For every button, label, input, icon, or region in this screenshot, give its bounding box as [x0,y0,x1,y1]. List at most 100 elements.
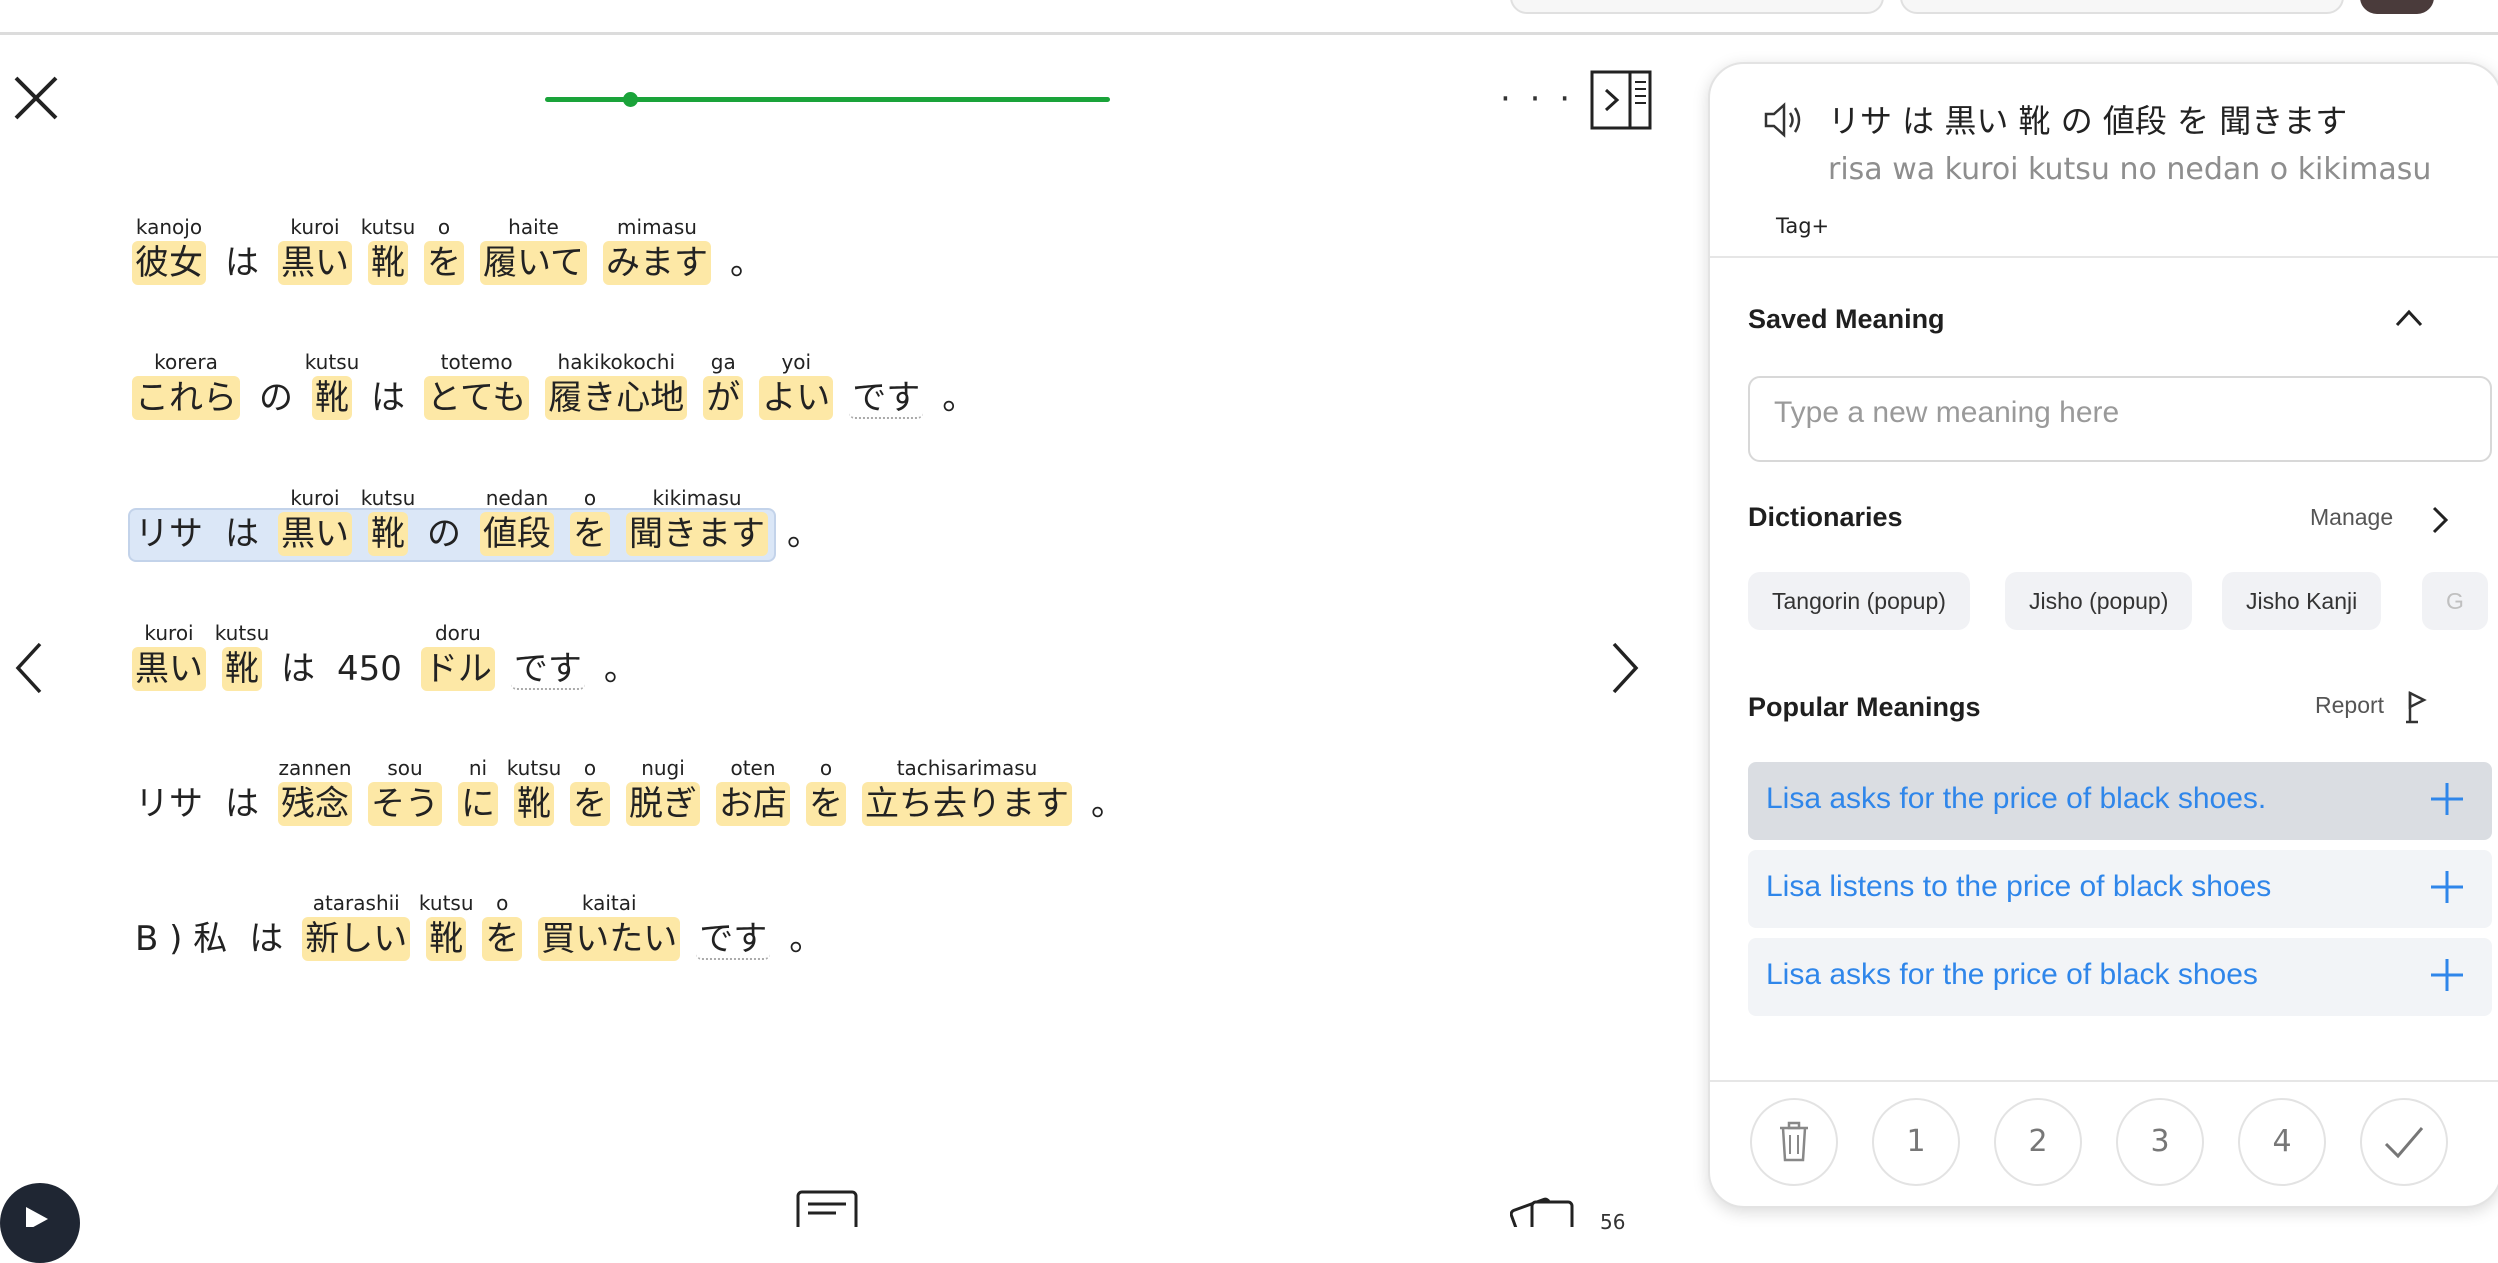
word-token[interactable]: みます [602,241,711,285]
punctuation: 。 [601,647,641,691]
word-token[interactable]: 立ち去ります [862,782,1072,826]
add-meaning-button[interactable] [2428,780,2466,822]
word-token[interactable]: 聞きます [626,512,768,556]
collapse-saved-meaning-button[interactable] [2394,308,2424,332]
close-button[interactable] [12,72,60,124]
subtitles-button[interactable] [796,1190,858,1234]
word-token[interactable]: そう [368,782,442,826]
popular-meaning-item[interactable]: Lisa asks for the price of black shoes. [1748,762,2492,840]
status-1-button[interactable]: 1 [1872,1098,1960,1186]
word-text: 靴 [312,376,352,420]
word-token[interactable]: が [703,376,744,420]
word-token[interactable]: を [570,512,610,556]
word-token[interactable]: 靴 [368,512,408,556]
add-meaning-button[interactable] [2428,868,2466,910]
sentence-line[interactable]: B ) 私は新しい atarashii 靴 kutsu を o 買いたい kaitai です。 [132,891,1632,961]
word-token[interactable]: です [696,917,771,961]
play-audio-button[interactable] [0,1183,80,1263]
word-token[interactable]: 新しい [302,917,411,961]
add-meaning-button[interactable] [2428,956,2466,998]
word-token[interactable]: は [368,376,408,420]
word-token[interactable]: 彼女 [132,241,206,285]
next-page-button[interactable] [1610,640,1640,700]
toggle-panel-button[interactable] [1590,70,1652,130]
word-token[interactable]: 靴 [222,647,262,691]
manage-chevron[interactable] [2430,504,2450,540]
status-3-button[interactable]: 3 [2116,1098,2204,1186]
word-token[interactable]: です [510,647,585,691]
sentence-line[interactable]: これら korera の靴 kutsu はとても totemo 履き心地 hakikokoch… [132,350,1632,420]
speaker-button[interactable] [1762,100,1806,144]
delete-word-button[interactable] [1750,1098,1838,1186]
word-token[interactable]: は [246,917,286,961]
top-filter-pill[interactable] [1900,0,2344,14]
word-token[interactable]: 黒い [278,241,352,285]
word-token[interactable]: は [222,782,262,826]
dictionary-chip-jisho-kanji[interactable]: Jisho Kanji [2222,572,2382,630]
word-token[interactable]: を [806,782,846,826]
word-token[interactable]: ドル [420,647,495,691]
word-token[interactable]: を [482,917,523,961]
word-token[interactable]: リサ [132,512,206,556]
word-token[interactable]: 値段 [480,512,554,556]
word-token[interactable]: 靴 [312,376,352,420]
add-tag-button[interactable]: Tag+ [1776,214,1829,238]
furigana-reading: nedan [485,486,549,510]
status-4-button[interactable]: 4 [2238,1098,2326,1186]
word-token[interactable]: 脱ぎ [626,782,700,826]
furigana-reading: kutsu [360,486,416,510]
word-token[interactable]: 買いたい [538,917,681,961]
sentence-line[interactable]: 彼女 kanojo は黒い kuroi 靴 kutsu を o 履いて haite みます mimas… [132,215,1632,285]
word-token[interactable]: 履き心地 [545,376,688,420]
lesson-progress-marker[interactable] [622,92,638,107]
word-token[interactable]: とても [424,376,530,420]
word-token[interactable]: お店 [716,782,790,826]
status-2-button[interactable]: 2 [1994,1098,2082,1186]
word-text: お店 [716,782,790,826]
word-token[interactable]: リサ [132,782,206,826]
word-token[interactable]: 黒い [278,512,352,556]
word-token[interactable]: よい [759,376,834,420]
manage-dictionaries-link[interactable]: Manage [2310,504,2393,531]
word-token[interactable]: は [278,647,318,691]
word-token[interactable]: B ) 私 [132,917,230,961]
word-token[interactable]: です [849,376,924,420]
popular-meaning-item[interactable]: Lisa asks for the price of black shoes [1748,938,2492,1016]
word-token[interactable]: これら [132,376,240,420]
word-token[interactable]: を [424,241,464,285]
word-text: よい [759,376,834,420]
word-token[interactable]: 靴 [514,782,554,826]
mark-known-button[interactable] [2360,1098,2448,1186]
word-text: を [570,512,610,556]
flashcards-count: 56 [1600,1210,1626,1234]
more-options-button[interactable]: · · · [1500,82,1574,116]
report-flag-button[interactable] [2404,690,2430,728]
sentence-line[interactable]: 黒い kuroi 靴 kutsu は 450 ドル doru です。 [132,621,1632,691]
report-link[interactable]: Report [2315,692,2384,719]
word-token[interactable]: の [256,376,296,420]
dictionary-chip-jisho[interactable]: Jisho (popup) [2005,572,2193,630]
word-token[interactable]: 450 [334,647,405,691]
word-token[interactable]: に [458,782,498,826]
flashcards-button[interactable] [1509,1190,1590,1241]
dictionary-chip-tangorin[interactable]: Tangorin (popup) [1748,572,1970,630]
previous-page-button[interactable] [14,640,44,700]
word-token[interactable]: 黒い [132,647,206,691]
furigana-reading: atarashii [312,891,400,915]
word-token[interactable]: を [570,782,610,826]
word-token[interactable]: 残念 [278,782,352,826]
word-token[interactable]: の [424,512,464,556]
sentence-line[interactable]: リサは黒い kuroi 靴 kutsu の値段 nedan を o 聞きます kikimasu 。 [128,486,1632,562]
dictionary-chip-more[interactable]: G [2422,572,2488,630]
word-token[interactable]: 履いて [480,241,587,285]
new-meaning-input[interactable] [1748,376,2492,462]
word-token[interactable]: 靴 [426,917,467,961]
word-token[interactable]: は [222,241,262,285]
popular-meaning-item[interactable]: Lisa listens to the price of black shoes [1748,850,2492,928]
avatar[interactable] [2360,0,2434,14]
word-token[interactable]: は [222,512,262,556]
furigana-reading: korera [154,350,218,374]
word-token[interactable]: 靴 [368,241,408,285]
sentence-line[interactable]: リサは残念 zannen そう sou に ni 靴 kutsu を o 脱ぎ nugi お店 oten を… [132,756,1632,826]
top-search-pill[interactable] [1510,0,1884,14]
